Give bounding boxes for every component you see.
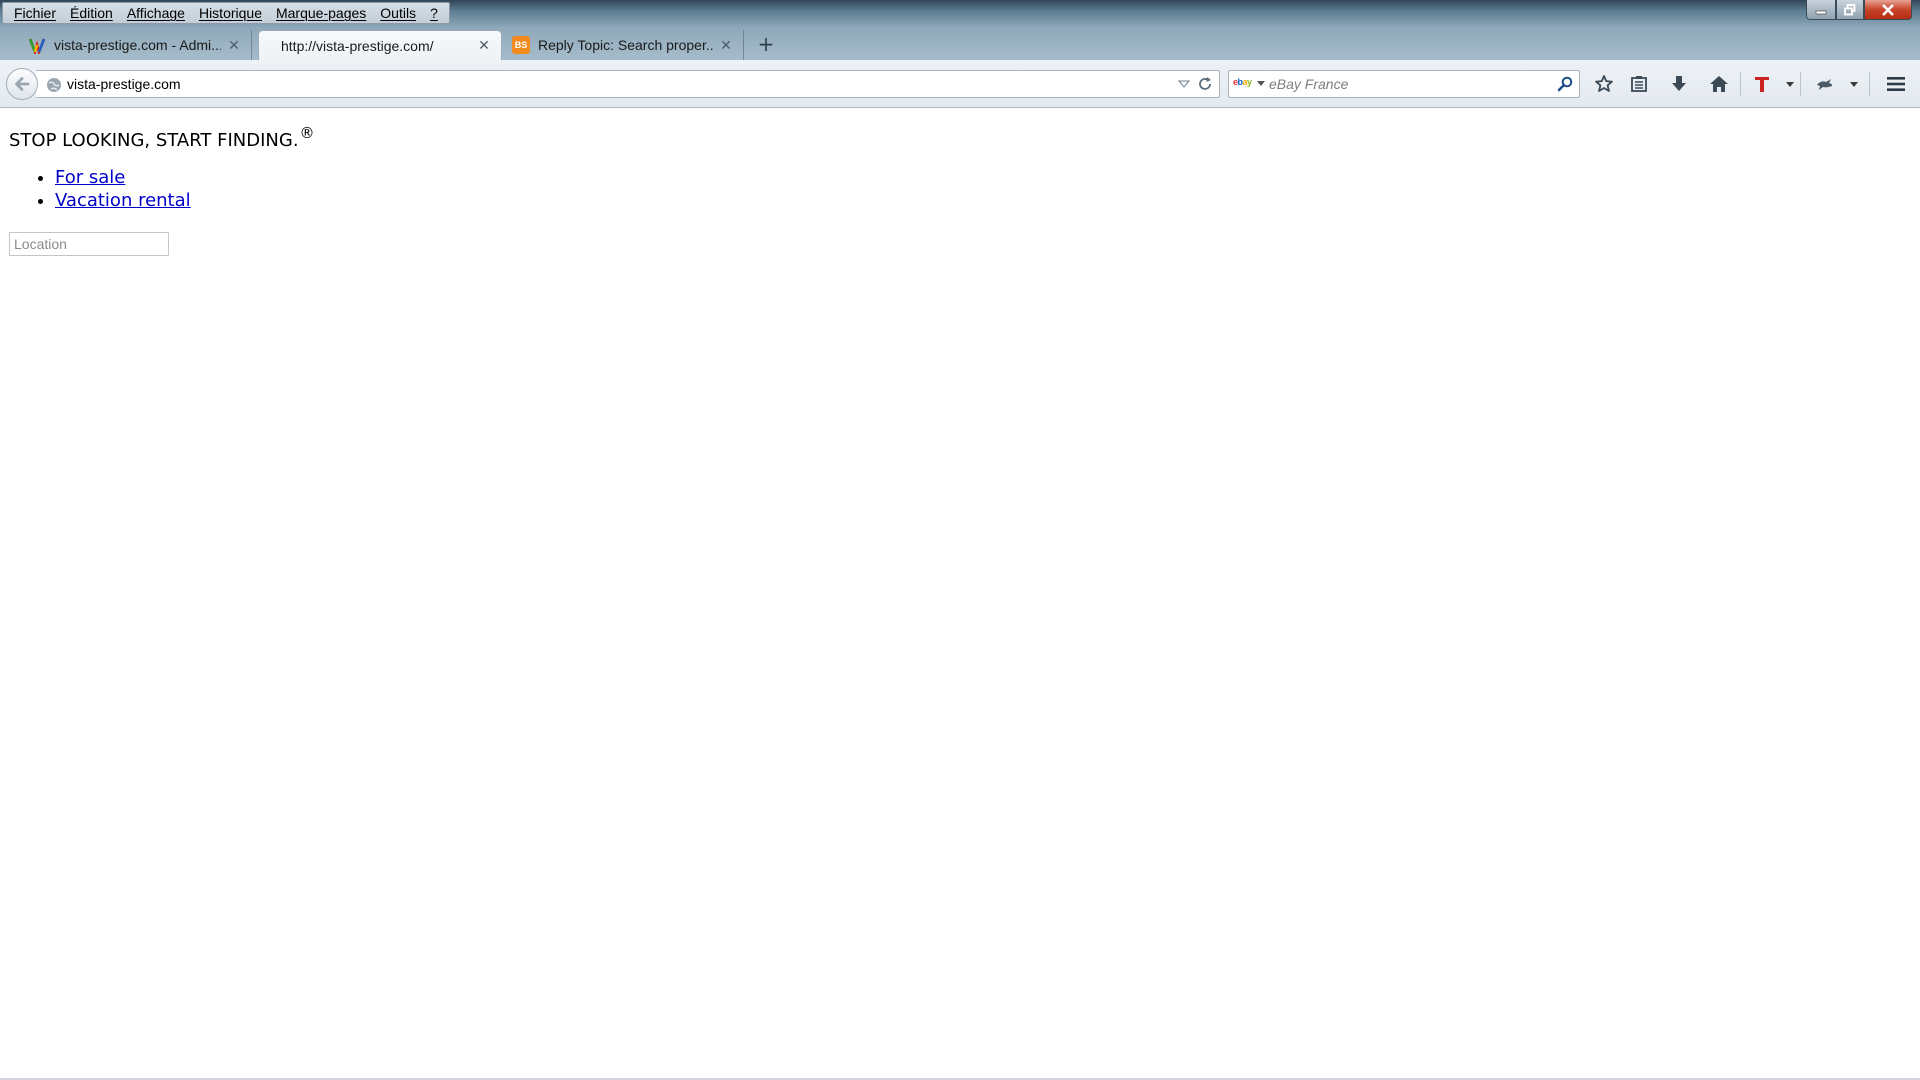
menu-historique[interactable]: Historique: [192, 3, 269, 23]
menu-affichage[interactable]: Affichage: [120, 3, 192, 23]
menu-edition[interactable]: Édition: [63, 3, 120, 23]
for-sale-link[interactable]: For sale: [55, 167, 125, 188]
url-bar[interactable]: vista-prestige.com: [36, 70, 1220, 98]
tab-close-icon[interactable]: ✕: [477, 37, 491, 54]
toolbar-separator: [1800, 72, 1801, 96]
headline-text: STOP LOOKING, START FINDING.: [9, 130, 299, 151]
toolbar-separator: [1740, 72, 1741, 96]
tab-title: http://vista-prestige.com/: [281, 37, 434, 54]
menu-marque-pages[interactable]: Marque-pages: [269, 3, 373, 23]
bird-addon-dropdown-icon[interactable]: [1850, 82, 1858, 87]
menu-fichier[interactable]: Fichier: [7, 3, 63, 23]
reload-icon[interactable]: [1197, 76, 1213, 92]
page-content: STOP LOOKING, START FINDING.® For sale V…: [0, 108, 1920, 1080]
minimize-button[interactable]: [1806, 0, 1836, 20]
navigation-toolbar: vista-prestige.com ebay eBay France: [0, 60, 1920, 108]
url-text[interactable]: vista-prestige.com: [67, 76, 181, 92]
wordpress-multicolor-icon: [28, 36, 46, 54]
tab-strip: vista-prestige.com - Admi... ✕ http://vi…: [0, 28, 1920, 60]
list-item: Vacation rental: [55, 189, 191, 212]
restore-button[interactable]: [1836, 0, 1864, 20]
globe-icon: [47, 78, 61, 92]
ebay-engine-icon[interactable]: ebay: [1233, 77, 1252, 87]
page-headline: STOP LOOKING, START FINDING.®: [9, 124, 315, 151]
back-button[interactable]: [6, 68, 38, 100]
tab-title: vista-prestige.com - Admi...: [54, 37, 221, 53]
bs-favicon-icon: BS: [512, 36, 530, 54]
vacation-rental-link[interactable]: Vacation rental: [55, 190, 191, 211]
restore-icon: [1844, 3, 1856, 15]
bird-addon-icon[interactable]: [1813, 72, 1837, 96]
tab-reply-topic[interactable]: BS Reply Topic: Search proper... ✕: [502, 30, 744, 60]
tab-vista-prestige[interactable]: http://vista-prestige.com/ ✕: [258, 30, 502, 60]
menu-bar: Fichier Édition Affichage Historique Mar…: [2, 2, 450, 24]
hamburger-menu-icon[interactable]: [1884, 72, 1908, 96]
tab-close-icon[interactable]: ✕: [719, 37, 733, 54]
browser-window: Fichier Édition Affichage Historique Mar…: [0, 0, 1920, 1080]
menu-outils[interactable]: Outils: [373, 3, 423, 23]
toolbar-separator: [1869, 72, 1870, 96]
download-icon[interactable]: [1667, 72, 1691, 96]
search-icon[interactable]: [1557, 76, 1573, 92]
engine-dropdown-icon[interactable]: [1257, 81, 1265, 86]
reading-list-icon[interactable]: [1627, 72, 1651, 96]
close-icon: [1882, 3, 1894, 16]
star-icon[interactable]: [1592, 72, 1616, 96]
list-item: For sale: [55, 166, 191, 189]
t-addon-dropdown-icon[interactable]: [1786, 82, 1794, 87]
back-arrow-icon: [15, 77, 30, 91]
search-bar[interactable]: ebay eBay France: [1228, 70, 1580, 98]
tab-close-icon[interactable]: ✕: [227, 37, 241, 54]
tab-admin[interactable]: vista-prestige.com - Admi... ✕: [18, 30, 252, 60]
home-icon[interactable]: [1707, 72, 1731, 96]
menu-help[interactable]: ?: [423, 3, 445, 23]
minimize-icon: [1815, 10, 1827, 14]
close-window-button[interactable]: [1864, 0, 1912, 20]
window-controls: [1806, 0, 1912, 20]
history-dropdown-icon[interactable]: [1177, 76, 1191, 92]
new-tab-button[interactable]: +: [756, 32, 776, 56]
location-input[interactable]: [9, 232, 169, 256]
t-addon-icon[interactable]: [1750, 72, 1774, 96]
search-input[interactable]: eBay France: [1269, 76, 1348, 92]
registered-mark: ®: [299, 124, 315, 142]
listing-type-list: For sale Vacation rental: [0, 166, 191, 212]
title-bar: Fichier Édition Affichage Historique Mar…: [0, 0, 1920, 28]
tab-title: Reply Topic: Search proper...: [538, 37, 713, 53]
